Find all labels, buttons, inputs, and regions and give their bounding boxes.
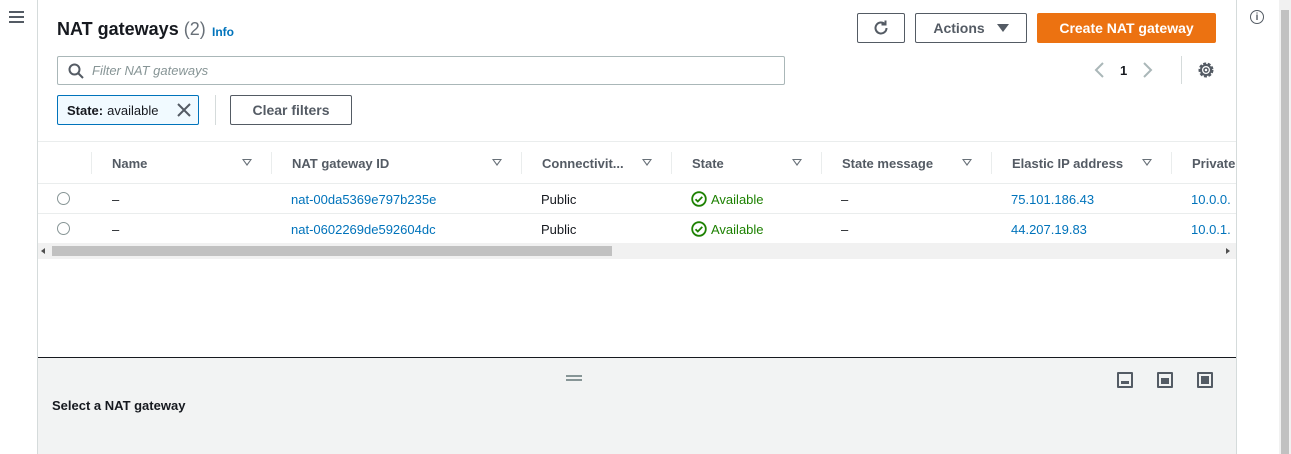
column-label: Elastic IP address [1012,155,1124,171]
cell-elastic-ip[interactable]: 44.207.19.83 [1011,214,1087,244]
cell-state: Available [691,214,764,244]
column-divider [991,152,992,174]
create-nat-gateway-button[interactable]: Create NAT gateway [1037,13,1216,43]
column-header-state[interactable]: State [692,142,822,184]
column-divider [271,152,272,174]
hamburger-icon[interactable] [9,11,24,23]
column-header-nat-gateway-id[interactable]: NAT gateway ID [292,142,522,184]
scrollbar-thumb[interactable] [52,246,612,256]
nat-gateways-table: Name NAT gateway ID Connectivit... State [38,141,1236,244]
refresh-button[interactable] [857,13,905,43]
column-header-name[interactable]: Name [112,142,272,184]
gear-icon[interactable] [1196,60,1216,80]
panel-half-icon[interactable] [1157,372,1173,388]
token-value: available [107,102,159,118]
cell-private-ip[interactable]: 10.0.1. [1191,214,1236,244]
column-label: Private [1192,155,1236,171]
column-header-state-message[interactable]: State message [842,142,992,184]
divider [215,95,216,125]
main-content: NAT gateways (2) Info Actions Create NAT… [38,0,1236,454]
token-key: State: [67,102,104,118]
sort-icon [962,159,972,166]
check-circle-icon [691,191,707,207]
panel-bottom-icon[interactable] [1117,372,1133,388]
row-radio[interactable] [57,222,70,235]
detail-placeholder: Select a NAT gateway [52,398,186,413]
divider [1181,56,1182,84]
info-link[interactable]: Info [212,25,234,39]
column-header-connectivity[interactable]: Connectivit... [542,142,672,184]
check-circle-icon [691,221,707,237]
close-icon[interactable] [177,103,191,117]
caret-down-icon [996,24,1009,32]
nat-gateways-table-panel: NAT gateways (2) Info Actions Create NAT… [38,0,1236,358]
chevron-left-icon[interactable] [1090,60,1110,80]
column-divider [821,152,822,174]
state-label: Available [711,221,764,237]
column-divider [1171,152,1172,174]
column-label: State [692,155,724,171]
actions-label: Actions [933,20,985,36]
column-divider [91,152,92,174]
pagination: 1 [1090,60,1157,80]
column-label: Connectivit... [542,155,624,171]
column-label: NAT gateway ID [292,155,390,171]
sort-icon [642,159,652,166]
split-panel-position-controls [1117,372,1237,388]
cell-name: – [112,191,120,207]
filter-search-box[interactable] [57,56,785,85]
sort-icon [492,159,502,166]
actions-button[interactable]: Actions [915,13,1027,43]
sort-icon [242,159,252,166]
cell-nat-gateway-id[interactable]: nat-0602269de592604dc [291,214,436,244]
horizontal-scrollbar[interactable] [38,243,1236,259]
page-title: NAT gateways (2) [57,19,206,40]
scrollbar-thumb[interactable] [1281,10,1289,454]
cell-connectivity: Public [541,191,577,207]
cell-elastic-ip[interactable]: 75.101.186.43 [1011,184,1094,214]
gateway-count: (2) [183,19,206,39]
search-input[interactable] [92,63,742,78]
table-row[interactable]: – nat-00da5369e797b235e Public Available… [38,184,1236,214]
cell-name: – [112,221,120,237]
refresh-icon [874,20,888,35]
cell-private-ip[interactable]: 10.0.0. [1191,184,1236,214]
column-divider [521,152,522,174]
sort-icon [1142,159,1152,166]
cell-nat-gateway-id[interactable]: nat-00da5369e797b235e [291,184,436,214]
scroll-left-icon[interactable] [41,248,45,254]
right-tools-rail: i [1236,0,1291,454]
title-text: NAT gateways [57,19,179,39]
search-icon [68,63,84,79]
cell-state: Available [691,184,764,214]
cell-state-message: – [841,221,849,237]
left-navigation-rail [0,0,38,454]
panel-full-icon[interactable] [1197,372,1213,388]
info-icon[interactable]: i [1250,10,1264,24]
column-label: Name [112,155,148,171]
column-divider [671,152,672,174]
chevron-right-icon[interactable] [1137,60,1157,80]
table-row[interactable]: – nat-0602269de592604dc Public Available… [38,214,1236,244]
sort-icon [792,159,802,166]
scroll-right-icon[interactable] [1226,248,1230,254]
column-header-private-ip[interactable]: Private [1192,142,1236,184]
split-panel-drag-handle[interactable] [566,375,582,381]
column-header-elastic-ip[interactable]: Elastic IP address [1012,142,1172,184]
state-filter-token: State: available [57,95,199,125]
clear-filters-button[interactable]: Clear filters [230,95,352,125]
cell-connectivity: Public [541,221,577,237]
vertical-scrollbar[interactable] [1279,0,1291,454]
table-header: Name NAT gateway ID Connectivit... State [38,141,1236,184]
page-number[interactable]: 1 [1120,63,1127,78]
cell-state-message: – [841,191,849,207]
state-label: Available [711,191,764,207]
row-radio[interactable] [57,192,70,205]
column-label: State message [842,155,934,171]
